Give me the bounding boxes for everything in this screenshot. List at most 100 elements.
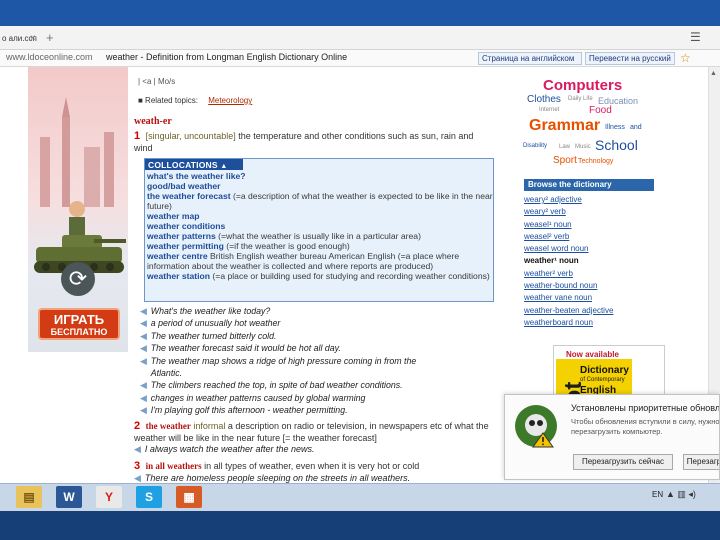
collocation-gloss: (=what the weather is usually like in a … xyxy=(215,231,421,241)
breadcrumb[interactable]: | <a | Mo/s xyxy=(138,77,175,86)
register-label: informal xyxy=(193,421,226,431)
favorite-star-icon[interactable]: ☆ xyxy=(680,51,691,65)
speaker-icon[interactable]: ◀ xyxy=(140,356,147,366)
taskbar-skype-icon[interactable]: S xyxy=(136,486,162,508)
browse-item-current[interactable]: weather¹ noun xyxy=(524,255,664,267)
taskbar-presentation-icon[interactable]: ▦ xyxy=(176,486,202,508)
tab-close-icon[interactable]: × xyxy=(30,33,36,44)
example-sentence: ◀ a period of unusually hot weather xyxy=(140,317,492,329)
address-url[interactable]: www.ldoceonline.com xyxy=(6,52,93,62)
example-sentence: ◀ I'm playing golf this afternoon - weath… xyxy=(140,404,492,416)
sense-number: 2 xyxy=(134,420,141,432)
speaker-icon[interactable]: ◀ xyxy=(140,405,147,415)
collocation-item: weather patterns (=what the weather is u… xyxy=(147,231,493,241)
collocations-toggle[interactable]: COLLOCATIONS ▲ xyxy=(145,159,243,170)
browse-item[interactable]: weather² verb xyxy=(524,268,664,280)
language-indicator[interactable]: EN xyxy=(652,490,663,499)
speaker-icon[interactable]: ◀ xyxy=(134,444,141,454)
topic-link[interactable]: Music xyxy=(575,144,591,150)
example-list: ◀ What's the weather like today? ◀ a period… xyxy=(140,305,492,417)
collocation-item: weather permitting (=if the weather is g… xyxy=(147,241,493,251)
example-sentence: There are homeless people sleeping on th… xyxy=(144,472,411,483)
topic-link[interactable]: Internet xyxy=(539,107,559,113)
grammar-label: [singular, uncountable] xyxy=(145,131,236,141)
phrase: the weather xyxy=(145,421,191,431)
new-tab-icon[interactable]: + xyxy=(46,30,54,45)
speaker-icon[interactable]: ◀ xyxy=(134,473,141,483)
translate-russian-button[interactable]: Перевести на русский xyxy=(585,52,675,65)
topic-link[interactable]: and xyxy=(630,124,642,131)
collocation-list: what's the weather like? good/bad weather… xyxy=(147,171,493,281)
topic-link[interactable]: Sport xyxy=(553,155,577,166)
example-text: The weather map shows a ridge of high pr… xyxy=(150,355,417,366)
topic-link[interactable]: Clothes xyxy=(527,94,561,105)
example-sentence: ◀ changes in weather patterns caused by g… xyxy=(140,392,492,404)
browse-item[interactable]: weasel¹ noun xyxy=(524,219,664,231)
restart-now-button[interactable]: Перезагрузить сейчас xyxy=(573,454,673,470)
collapse-arrow-icon[interactable]: ▲ xyxy=(220,163,227,170)
topic-link[interactable]: Law xyxy=(559,144,570,150)
book-title-line2: of Contemporary xyxy=(580,377,625,383)
topic-link[interactable]: Daily Life xyxy=(568,96,593,102)
system-tray-icons[interactable]: ▲ ▥ ◂) xyxy=(666,489,696,500)
example-sentence: ◀ The weather turned bitterly cold. xyxy=(140,330,492,342)
related-topic-link[interactable]: Meteorology xyxy=(208,96,252,105)
browse-dictionary-header: Browse the dictionary xyxy=(524,179,654,191)
speaker-icon[interactable]: ◀ xyxy=(140,393,147,403)
speaker-icon[interactable]: ◀ xyxy=(140,343,147,353)
topic-link[interactable]: Technology xyxy=(578,158,613,165)
topic-link[interactable]: Food xyxy=(589,105,612,116)
translate-original-button[interactable]: Страница на английском xyxy=(478,52,582,65)
related-topics: ■ Related topics: Meteorology xyxy=(138,96,252,105)
browse-item[interactable]: weather-bound noun xyxy=(524,280,664,292)
sense-number: 3 xyxy=(134,460,141,472)
example-sentence: ◀Atlantic. xyxy=(140,367,492,379)
play-free-button[interactable]: ИГРАТЬ БЕСПЛАТНО xyxy=(38,308,120,340)
browse-item[interactable]: weasel² verb xyxy=(524,231,664,243)
collocation-phrase: weather patterns xyxy=(147,231,216,241)
example-text: The climbers reached the top, in spite o… xyxy=(150,380,403,391)
collocation-item: weather conditions xyxy=(147,221,493,231)
collocation-gloss: (=if the weather is good enough) xyxy=(223,241,350,251)
now-available-label: Now available xyxy=(566,350,619,359)
browse-item[interactable]: weather-beaten adjective xyxy=(524,305,664,317)
update-notification: Установлены приоритетные обновл Чтобы об… xyxy=(504,394,720,480)
notification-body: Чтобы обновления вступили в силу, нужно … xyxy=(571,417,720,436)
game-ad-banner[interactable]: ⟳ ИГРАТЬ БЕСПЛАТНО xyxy=(28,67,128,352)
collocation-item: weather station (=a place or building us… xyxy=(147,271,493,281)
sense-3: 3 in all weathers in all types of weathe… xyxy=(134,460,492,484)
collocations-box: COLLOCATIONS ▲ what's the weather like? g… xyxy=(144,158,494,302)
antivirus-spider-icon xyxy=(515,405,557,448)
speaker-icon[interactable]: ◀ xyxy=(140,380,147,390)
example-sentence: I always watch the weather after the new… xyxy=(144,444,315,454)
collocation-item: the weather forecast (=a description of … xyxy=(147,191,493,211)
speaker-icon[interactable]: ◀ xyxy=(140,306,147,316)
browse-item[interactable]: weather vane noun xyxy=(524,292,664,304)
collocation-item: weather map xyxy=(147,211,493,221)
taskbar-explorer-icon[interactable]: ▤ xyxy=(16,486,42,508)
example-text: The weather turned bitterly cold. xyxy=(150,330,277,341)
menu-icon[interactable]: ☰ xyxy=(690,30,701,44)
phrase: in all weathers xyxy=(145,461,202,471)
taskbar-word-icon[interactable]: W xyxy=(56,486,82,508)
example-text: changes in weather patterns caused by gl… xyxy=(150,392,366,403)
taskbar-yandex-icon[interactable]: Y xyxy=(96,486,122,508)
speaker-icon[interactable]: ◀ xyxy=(140,331,147,341)
definition: in all types of weather, even when it is… xyxy=(204,461,420,471)
browse-item[interactable]: weary² verb xyxy=(524,206,664,218)
collocation-phrase: what's the weather like? xyxy=(147,171,246,181)
topic-link[interactable]: School xyxy=(595,137,638,153)
topic-link[interactable]: Illness xyxy=(605,124,625,131)
scroll-up-icon[interactable]: ▲ xyxy=(710,70,717,77)
restart-later-button[interactable]: Перезагр xyxy=(683,454,719,470)
topic-link[interactable]: Disability xyxy=(523,143,547,149)
browse-item[interactable]: weasel word noun xyxy=(524,243,664,255)
browse-item[interactable]: weary² adjective xyxy=(524,194,664,206)
reload-icon[interactable]: ⟳ xyxy=(61,262,95,296)
collocation-phrase: weather conditions xyxy=(147,221,226,231)
example-text: What's the weather like today? xyxy=(150,306,271,316)
speaker-icon[interactable]: ◀ xyxy=(140,318,147,328)
browse-item[interactable]: weatherboard noun xyxy=(524,317,664,329)
topic-link[interactable]: Computers xyxy=(543,77,622,94)
topic-link[interactable]: Grammar xyxy=(529,117,600,135)
